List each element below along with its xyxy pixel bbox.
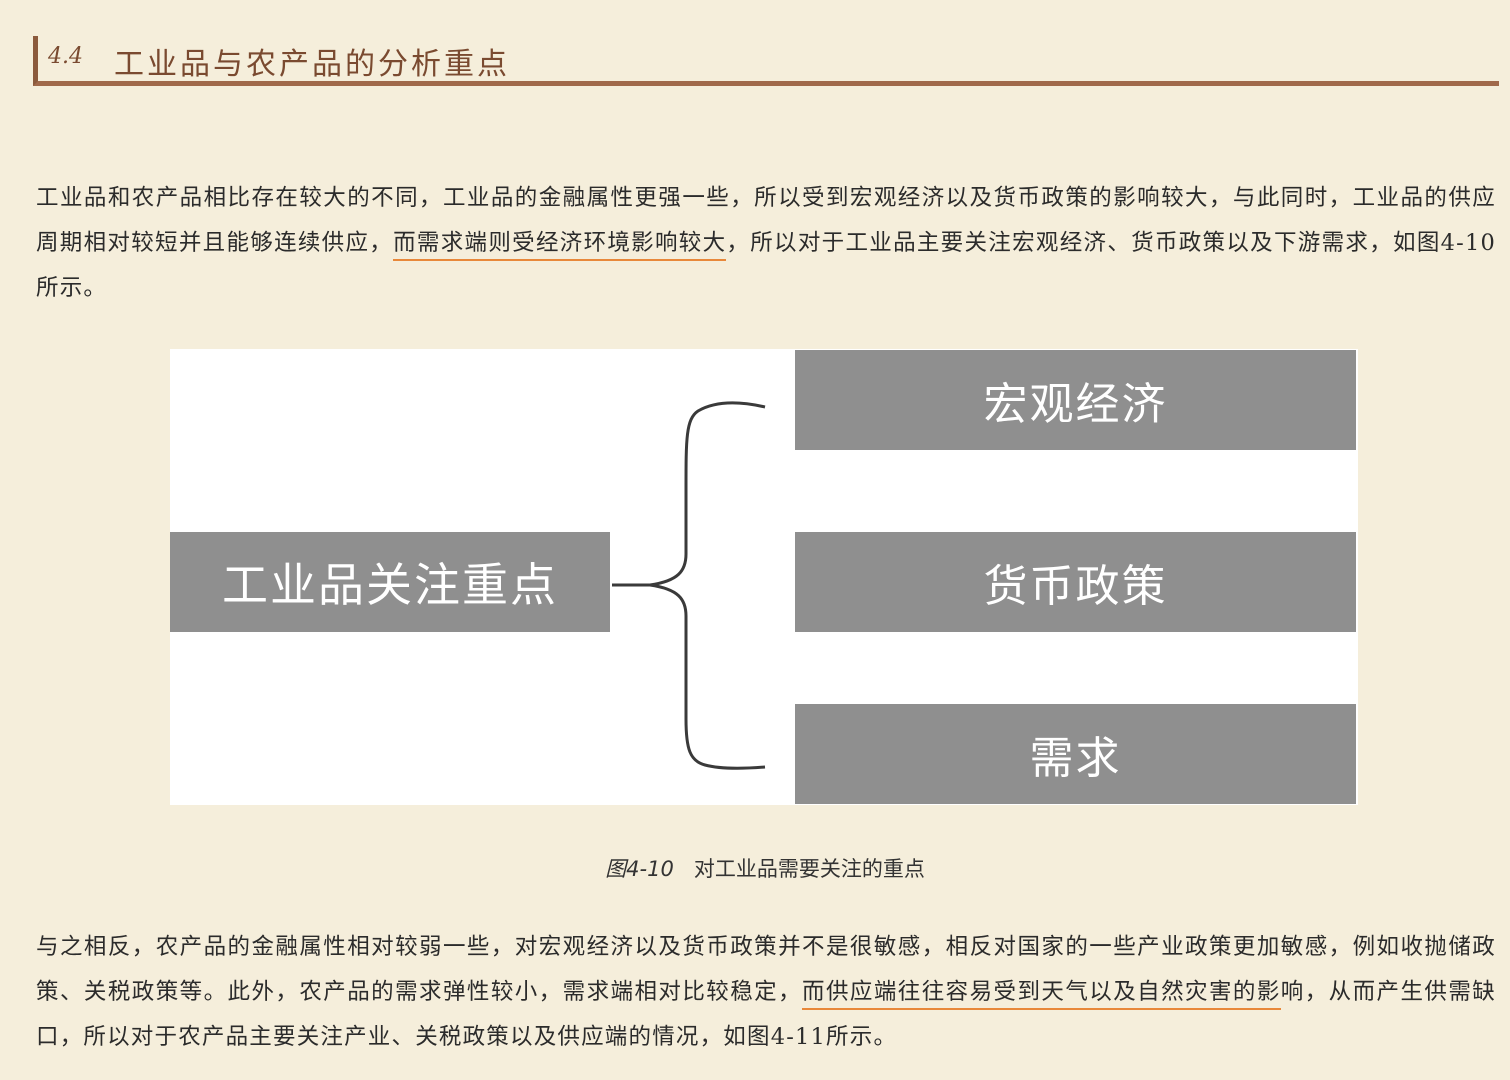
section-number: 4.4: [48, 44, 83, 69]
figure-caption-number: 图4-10: [605, 857, 674, 881]
figure-item-monetary-policy: 货币政策: [795, 532, 1356, 632]
figure-main-box: 工业品关注重点: [170, 532, 610, 632]
paragraph-2: 与之相反，农产品的金融属性相对较弱一些，对宏观经济以及货币政策并不是很敏感，相反…: [36, 925, 1496, 1060]
paragraph-1-highlight: 而需求端则受经济环境影响较大: [393, 230, 727, 261]
figure-item-macro-economy: 宏观经济: [795, 350, 1356, 450]
figure-caption-text: 对工业品需要关注的重点: [693, 857, 925, 881]
paragraph-1: 工业品和农产品相比存在较大的不同，工业品的金融属性更强一些，所以受到宏观经济以及…: [36, 176, 1496, 311]
figure-4-10: 工业品关注重点 宏观经济 货币政策 需求: [170, 349, 1358, 805]
figure-caption: 图4-10 对工业品需要关注的重点: [0, 853, 1510, 883]
section-title: 工业品与农产品的分析重点: [114, 47, 510, 82]
brace-icon: [612, 401, 766, 770]
paragraph-2-highlight: 而供应端往往容易受到天气以及自然灾害的影: [802, 979, 1281, 1010]
figure-item-demand: 需求: [795, 704, 1356, 804]
section-header: 4.4 工业品与农产品的分析重点: [33, 36, 1499, 86]
